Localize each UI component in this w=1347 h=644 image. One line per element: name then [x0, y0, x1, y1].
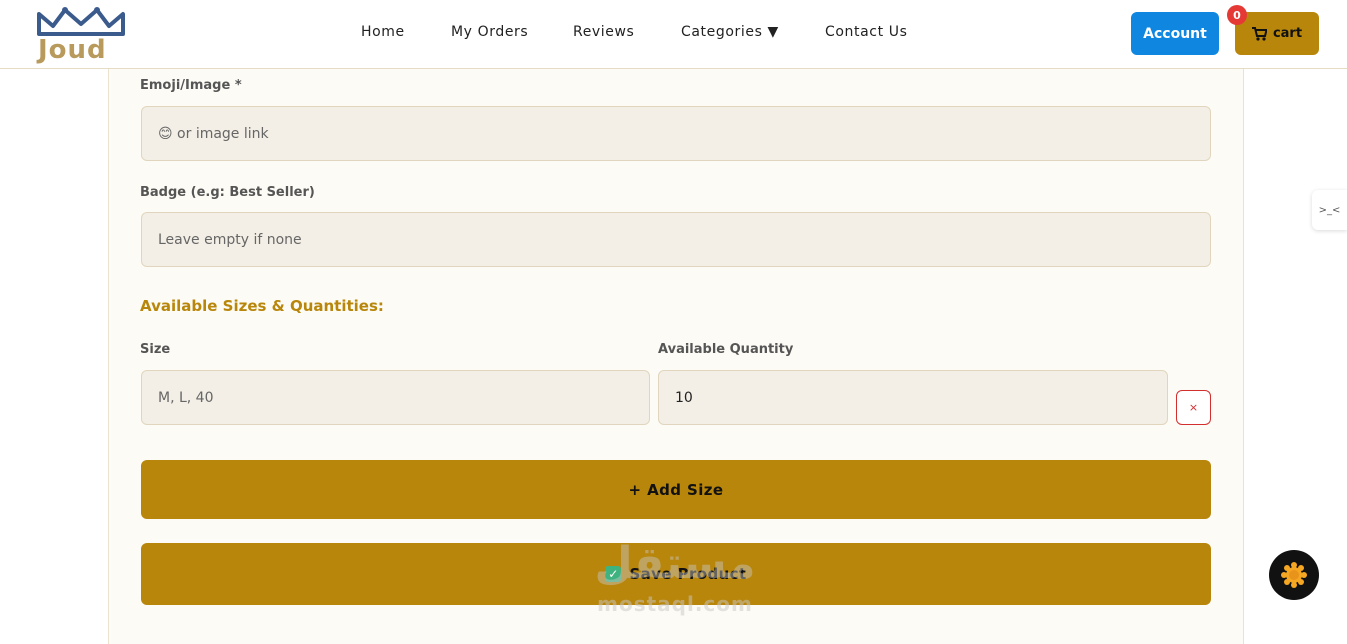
nav-reviews[interactable]: Reviews	[573, 24, 634, 40]
sun-badge-icon	[1281, 562, 1307, 588]
sizes-section-title: Available Sizes & Quantities:	[140, 297, 384, 315]
chat-widget-button[interactable]	[1269, 550, 1319, 600]
nav-categories[interactable]: Categories ▼	[681, 24, 779, 40]
quantity-label: Available Quantity	[658, 342, 794, 357]
nav-home[interactable]: Home	[361, 24, 405, 40]
emoji-image-label: Emoji/Image *	[140, 78, 242, 93]
cart-count-badge: 0	[1227, 5, 1247, 25]
badge-input[interactable]: Leave empty if none	[141, 212, 1211, 267]
cart-icon	[1251, 26, 1267, 41]
joud-logo[interactable]: Joud	[35, 4, 127, 65]
logo-text: Joud	[38, 35, 107, 65]
badge-label: Badge (e.g: Best Seller)	[140, 185, 315, 200]
nav-contact-us[interactable]: Contact Us	[825, 24, 907, 40]
cart-label: cart	[1272, 26, 1303, 41]
save-product-label: Save Product	[629, 565, 747, 583]
nav-my-orders[interactable]: My Orders	[451, 24, 528, 40]
save-product-button[interactable]: ✓ Save Product	[141, 543, 1211, 605]
cart-button[interactable]: cart	[1235, 12, 1319, 55]
size-input[interactable]: M, L, 40	[141, 370, 650, 425]
emoji-image-input[interactable]: 😊 or image link	[141, 106, 1211, 161]
size-label: Size	[140, 342, 171, 357]
checkmark-icon: ✓	[605, 566, 622, 582]
crown-icon	[37, 7, 125, 36]
quantity-input[interactable]: 10	[658, 370, 1168, 425]
account-button[interactable]: Account	[1131, 12, 1219, 55]
add-size-button[interactable]: + Add Size	[141, 460, 1211, 519]
site-header: Joud Home My Orders Reviews Categories ▼…	[0, 0, 1347, 69]
side-widget-tab[interactable]: >_<	[1312, 190, 1347, 230]
remove-size-button[interactable]: ×	[1176, 390, 1211, 425]
